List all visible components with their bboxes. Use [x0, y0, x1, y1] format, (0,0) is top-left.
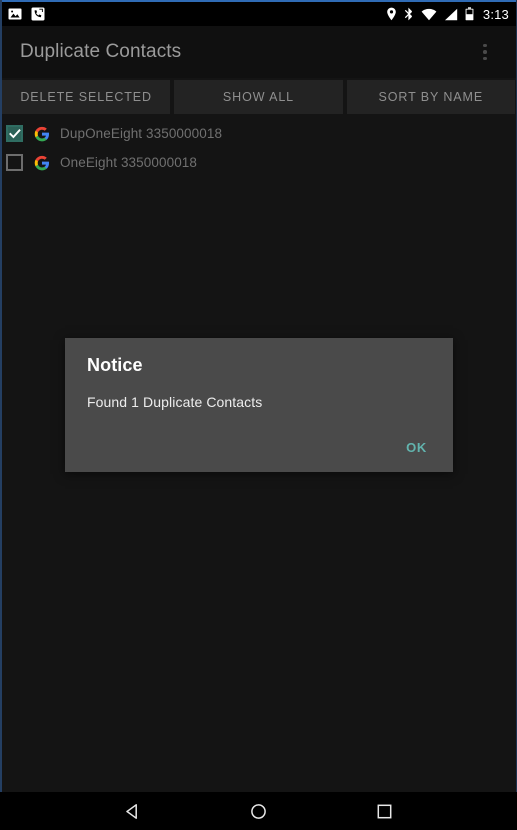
- status-bar-clock: 3:13: [482, 6, 509, 22]
- dialog-title: Notice: [87, 355, 143, 375]
- home-circle-icon[interactable]: [235, 792, 281, 830]
- back-triangle-icon[interactable]: [110, 792, 156, 830]
- google-icon: [34, 155, 50, 171]
- show-all-button[interactable]: SHOW ALL: [174, 80, 343, 114]
- status-bar: 3:13: [0, 2, 517, 26]
- screenshot-icon: [8, 7, 22, 21]
- google-icon: [34, 126, 50, 142]
- sort-by-name-button[interactable]: SORT BY NAME: [346, 80, 515, 114]
- contact-name: DupOneEight 3350000018: [60, 126, 223, 141]
- recents-square-icon[interactable]: [361, 792, 407, 830]
- contact-checkbox[interactable]: [6, 125, 23, 142]
- battery-icon: [465, 7, 474, 21]
- wifi-icon: [421, 8, 437, 21]
- navigation-bar: [0, 792, 517, 830]
- list-item[interactable]: DupOneEight 3350000018: [0, 119, 517, 148]
- more-vert-icon[interactable]: [467, 32, 503, 72]
- contact-name: OneEight 3350000018: [60, 155, 198, 170]
- window-frame-top: [0, 0, 517, 2]
- list-item[interactable]: OneEight 3350000018: [0, 148, 517, 177]
- delete-selected-button[interactable]: DELETE SELECTED: [2, 80, 171, 114]
- status-bar-notifications: [8, 7, 386, 21]
- notice-dialog: Notice Found 1 Duplicate Contacts OK: [65, 338, 453, 472]
- cellular-signal-icon: [444, 8, 458, 21]
- contact-checkbox[interactable]: [6, 154, 23, 171]
- dialog-ok-button[interactable]: OK: [394, 435, 439, 460]
- dialog-message: Found 1 Duplicate Contacts: [87, 394, 263, 410]
- missed-call-icon: [31, 7, 45, 21]
- dialog-actions: OK: [394, 435, 439, 460]
- page-title: Duplicate Contacts: [20, 41, 182, 62]
- bluetooth-icon: [404, 7, 414, 21]
- location-icon: [386, 7, 397, 21]
- app-bar: Duplicate Contacts: [0, 26, 517, 78]
- contact-list: DupOneEight 3350000018 OneEight 33500000…: [0, 119, 517, 177]
- action-button-row: DELETE SELECTED SHOW ALL SORT BY NAME: [0, 80, 517, 114]
- window-frame-left: [0, 0, 2, 792]
- status-bar-system-icons: 3:13: [386, 7, 509, 22]
- android-screen: 3:13 Duplicate Contacts DELETE SELECTED …: [0, 0, 517, 830]
